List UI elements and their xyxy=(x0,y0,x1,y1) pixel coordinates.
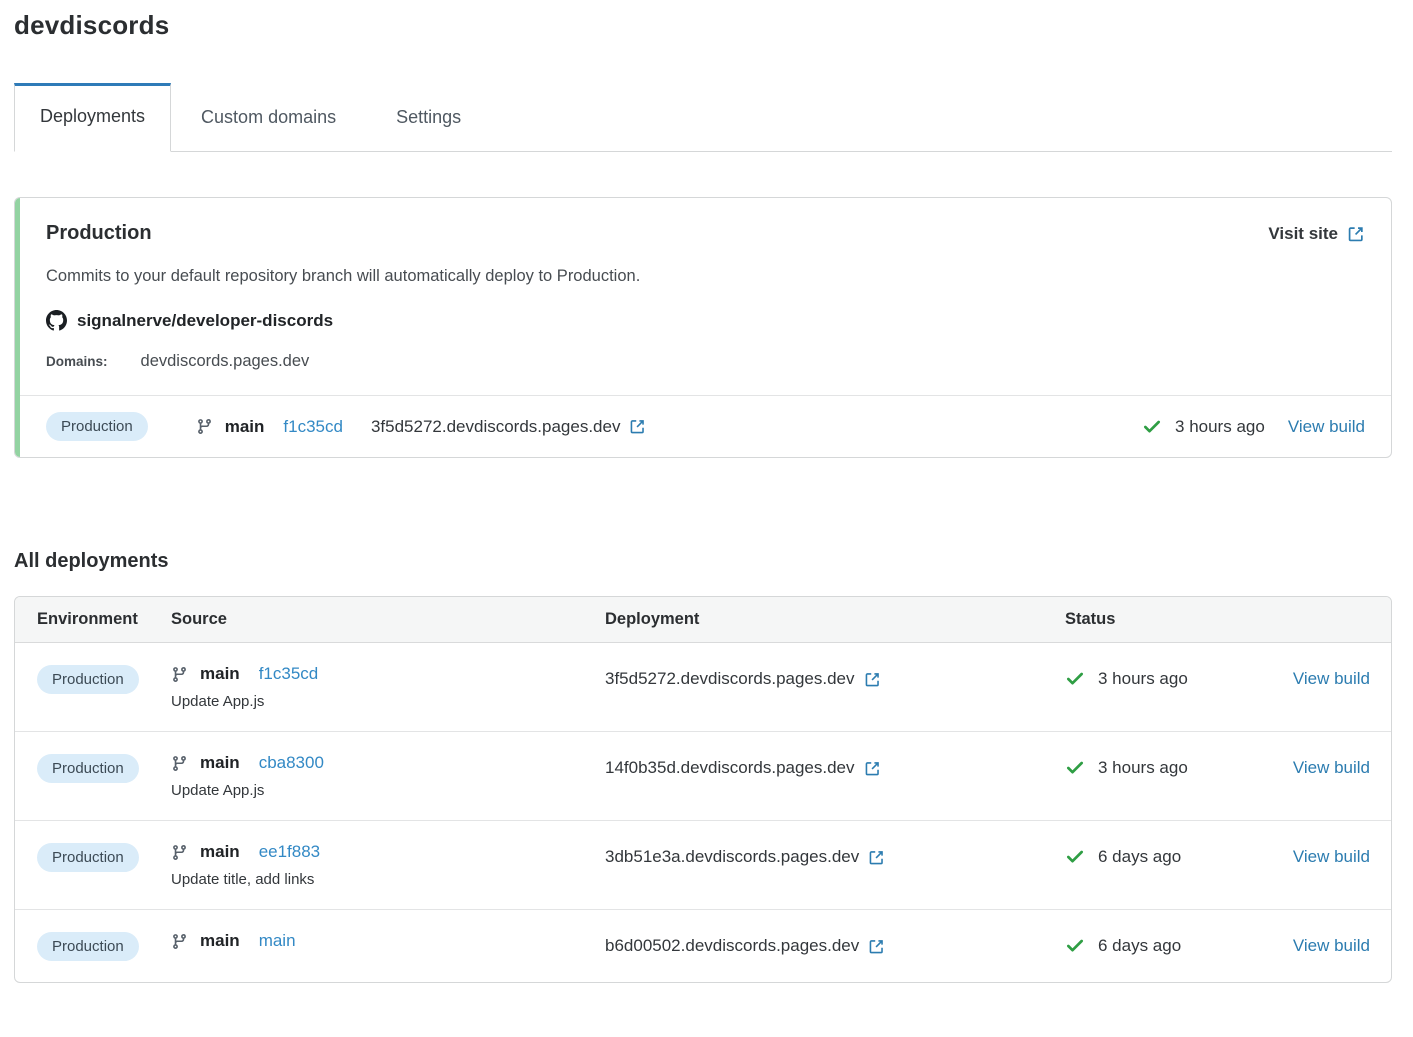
pages-project-page: devdiscords Deployments Custom domains S… xyxy=(0,0,1413,983)
external-link-icon xyxy=(864,671,881,688)
deployment-url-link[interactable]: b6d00502.devdiscords.pages.dev xyxy=(605,936,885,956)
deployment-url-link[interactable]: 3db51e3a.devdiscords.pages.dev xyxy=(605,847,885,867)
repository-row: signalnerve/developer-discords xyxy=(46,310,1365,331)
tab-deployments[interactable]: Deployments xyxy=(14,83,171,152)
column-header-environment: Environment xyxy=(37,610,171,629)
git-branch-icon xyxy=(171,844,188,861)
table-row: Production main main b6d00502.devdiscord… xyxy=(15,909,1391,982)
domains-row: Domains: devdiscords.pages.dev xyxy=(46,352,1365,371)
status-time: 6 days ago xyxy=(1098,936,1181,956)
view-build-link[interactable]: View build xyxy=(1293,669,1370,688)
table-header-row: Environment Source Deployment Status xyxy=(15,597,1391,643)
page-title: devdiscords xyxy=(14,10,1392,41)
branch-name: main xyxy=(200,664,240,684)
environment-badge: Production xyxy=(37,932,139,961)
domains-label: Domains: xyxy=(46,354,108,369)
external-link-icon xyxy=(868,849,885,866)
table-row: Production main ee1f883 Update title, ad… xyxy=(15,820,1391,909)
deployment-url-link[interactable]: 3f5d5272.devdiscords.pages.dev xyxy=(371,417,647,437)
table-row: Production main cba8300 Update App.js 14… xyxy=(15,731,1391,820)
commit-message: Update App.js xyxy=(171,693,605,710)
deployment-url-text: 3f5d5272.devdiscords.pages.dev xyxy=(371,417,621,437)
deployment-status: 6 days ago xyxy=(1065,847,1181,867)
deployment-status: 6 days ago xyxy=(1065,936,1181,956)
deployment-status: 3 hours ago xyxy=(1065,669,1188,689)
production-description: Commits to your default repository branc… xyxy=(46,267,1365,286)
commit-link[interactable]: f1c35cd xyxy=(283,417,343,437)
status-time: 3 hours ago xyxy=(1098,758,1188,778)
repository-name: signalnerve/developer-discords xyxy=(77,311,333,331)
environment-badge: Production xyxy=(46,412,148,441)
commit-link[interactable]: ee1f883 xyxy=(259,842,320,862)
view-build-link[interactable]: View build xyxy=(1293,847,1370,866)
deployments-table: Environment Source Deployment Status Pro… xyxy=(14,596,1392,983)
git-branch-icon xyxy=(171,933,188,950)
view-build-link[interactable]: View build xyxy=(1288,417,1365,437)
external-link-icon xyxy=(629,418,646,435)
commit-message: Update title, add links xyxy=(171,871,605,888)
table-row: Production main f1c35cd Update App.js 3f… xyxy=(15,643,1391,731)
deployment-url-link[interactable]: 14f0b35d.devdiscords.pages.dev xyxy=(605,758,881,778)
github-icon xyxy=(46,310,67,331)
branch-name: main xyxy=(200,842,240,862)
branch-name: main xyxy=(200,931,240,951)
branch-name: main xyxy=(200,753,240,773)
check-icon xyxy=(1065,758,1085,778)
all-deployments-title: All deployments xyxy=(14,550,1392,573)
domains-value: devdiscords.pages.dev xyxy=(141,352,310,371)
environment-badge: Production xyxy=(37,754,139,783)
production-card-title: Production xyxy=(46,222,152,245)
visit-site-label: Visit site xyxy=(1268,224,1338,244)
commit-link[interactable]: f1c35cd xyxy=(259,664,319,684)
column-header-deployment: Deployment xyxy=(605,610,1065,629)
production-card-info: Production Visit site Commits to your de… xyxy=(15,198,1391,395)
column-header-source: Source xyxy=(171,610,605,629)
deployment-url-text: 3f5d5272.devdiscords.pages.dev xyxy=(605,669,855,689)
tab-bar: Deployments Custom domains Settings xyxy=(14,83,1392,152)
check-icon xyxy=(1065,936,1085,956)
environment-badge: Production xyxy=(37,665,139,694)
deployment-status: 3 hours ago xyxy=(1142,417,1265,437)
external-link-icon xyxy=(1347,225,1365,243)
environment-badge: Production xyxy=(37,843,139,872)
view-build-link[interactable]: View build xyxy=(1293,936,1370,955)
visit-site-link[interactable]: Visit site xyxy=(1268,224,1365,244)
status-time: 3 hours ago xyxy=(1175,417,1265,437)
check-icon xyxy=(1065,669,1085,689)
deployment-status: 3 hours ago xyxy=(1065,758,1188,778)
external-link-icon xyxy=(864,760,881,777)
external-link-icon xyxy=(868,938,885,955)
commit-link[interactable]: main xyxy=(259,931,296,951)
git-branch-icon xyxy=(171,755,188,772)
production-card: Production Visit site Commits to your de… xyxy=(14,197,1392,458)
git-branch-icon xyxy=(196,418,213,435)
commit-message: Update App.js xyxy=(171,782,605,799)
branch-name: main xyxy=(225,417,265,437)
deployment-url-link[interactable]: 3f5d5272.devdiscords.pages.dev xyxy=(605,669,881,689)
check-icon xyxy=(1142,417,1162,437)
status-time: 3 hours ago xyxy=(1098,669,1188,689)
column-header-status: Status xyxy=(1065,610,1284,629)
tab-custom-domains[interactable]: Custom domains xyxy=(171,85,366,151)
column-header-actions xyxy=(1284,610,1370,629)
deployment-url-text: 3db51e3a.devdiscords.pages.dev xyxy=(605,847,859,867)
view-build-link[interactable]: View build xyxy=(1293,758,1370,777)
deployment-url-text: b6d00502.devdiscords.pages.dev xyxy=(605,936,859,956)
commit-link[interactable]: cba8300 xyxy=(259,753,324,773)
check-icon xyxy=(1065,847,1085,867)
deployment-url-text: 14f0b35d.devdiscords.pages.dev xyxy=(605,758,855,778)
git-branch-icon xyxy=(171,666,188,683)
table-body: Production main f1c35cd Update App.js 3f… xyxy=(15,643,1391,982)
production-deployment-row: Production main f1c35cd 3f5d5272.devdisc… xyxy=(15,395,1391,457)
status-time: 6 days ago xyxy=(1098,847,1181,867)
tab-settings[interactable]: Settings xyxy=(366,85,491,151)
